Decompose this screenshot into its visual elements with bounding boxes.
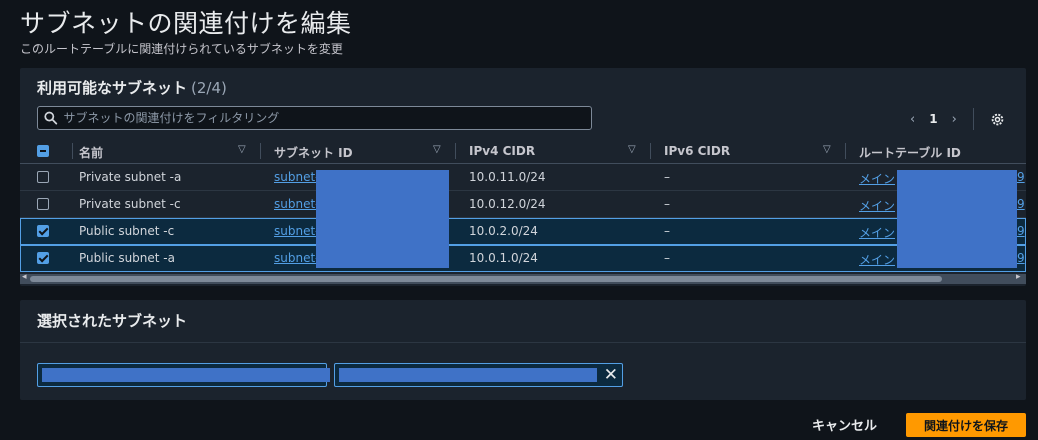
route-table-id-suffix[interactable]: 9 [1017, 170, 1025, 184]
page-subtitle: このルートテーブルに関連付けられているサブネットを変更 [20, 42, 343, 56]
select-all-checkbox[interactable] [37, 145, 49, 157]
divider [20, 342, 1026, 343]
row-checkbox-checked[interactable] [37, 225, 49, 237]
subnet-name: Private subnet -c [79, 197, 181, 211]
column-divider [845, 143, 846, 159]
sort-icon[interactable]: ▽ [433, 144, 441, 155]
scroll-left-icon[interactable]: ◂ [22, 272, 27, 282]
cancel-button[interactable]: キャンセル [812, 415, 877, 434]
row-checkbox-checked[interactable] [37, 252, 49, 264]
subnet-name: Public subnet -a [79, 251, 175, 265]
route-table-link[interactable]: メイン [859, 170, 895, 187]
route-table-id-suffix[interactable]: 9 [1017, 224, 1025, 238]
available-subnets-title: 利用可能なサブネット [37, 79, 188, 97]
row-checkbox[interactable] [37, 198, 49, 210]
ipv6-cidr: – [664, 251, 670, 265]
sort-icon[interactable]: ▽ [823, 144, 831, 155]
pagination: ‹ 1 › [910, 108, 1005, 130]
horizontal-scrollbar[interactable]: ◂ ▸ [20, 272, 1026, 284]
table-header: 名前 ▽ サブネット ID ▽ IPv4 CIDR ▽ IPv6 CIDR ▽ … [20, 138, 1026, 164]
ipv4-cidr: 10.0.11.0/24 [469, 170, 546, 184]
route-table-id-suffix[interactable]: 9 [1017, 197, 1025, 211]
next-page-icon[interactable]: › [952, 112, 957, 127]
prev-page-icon[interactable]: ‹ [910, 112, 915, 127]
table-row[interactable]: Private subnet -a subnet- 10.0.11.0/24 –… [20, 164, 1026, 191]
scroll-right-icon[interactable]: ▸ [1016, 272, 1021, 282]
table-row[interactable]: Private subnet -c subnet- 10.0.12.0/24 –… [20, 191, 1026, 218]
ipv6-cidr: – [664, 170, 670, 184]
selected-subnet-token [37, 363, 330, 387]
sort-icon[interactable]: ▽ [628, 144, 636, 155]
column-header-ipv6[interactable]: IPv6 CIDR [664, 144, 730, 158]
subnet-name: Public subnet -c [79, 224, 175, 238]
settings-gear-icon[interactable] [990, 112, 1005, 127]
column-divider [455, 143, 456, 159]
available-subnets-panel: 利用可能なサブネット(2/4) ‹ 1 › 名前 ▽ サブネット ID ▽ IP… [20, 68, 1026, 286]
ipv6-cidr: – [664, 197, 670, 211]
token-redaction [339, 368, 597, 382]
subnet-id-link[interactable]: subnet- [274, 224, 320, 238]
selected-subnet-token: ✕ [334, 363, 623, 387]
route-table-link[interactable]: メイン [859, 251, 895, 268]
ipv4-cidr: 10.0.1.0/24 [469, 251, 538, 265]
column-divider [72, 143, 73, 159]
column-header-name[interactable]: 名前 [79, 144, 103, 161]
page-number[interactable]: 1 [929, 112, 937, 126]
table-row-selected[interactable]: Public subnet -c subnet- 10.0.2.0/24 – メ… [20, 218, 1026, 245]
column-header-subnet-id[interactable]: サブネット ID [274, 144, 353, 161]
subnet-id-redaction [316, 170, 449, 268]
search-icon [44, 111, 58, 125]
column-header-ipv4[interactable]: IPv4 CIDR [469, 144, 535, 158]
ipv4-cidr: 10.0.2.0/24 [469, 224, 538, 238]
column-divider [260, 143, 261, 159]
token-redaction [42, 368, 330, 382]
subnet-name: Private subnet -a [79, 170, 182, 184]
route-table-id-redaction [897, 170, 1017, 268]
route-table-link[interactable]: メイン [859, 224, 895, 241]
save-associations-button[interactable]: 関連付けを保存 [906, 413, 1026, 437]
column-header-route-table[interactable]: ルートテーブル ID [859, 144, 961, 161]
selection-count: (2/4) [191, 79, 227, 97]
filter-input[interactable] [63, 111, 591, 125]
subnet-id-link[interactable]: subnet- [274, 251, 320, 265]
ipv4-cidr: 10.0.12.0/24 [469, 197, 546, 211]
route-table-id-suffix[interactable]: 9 [1017, 251, 1025, 265]
pager-divider [972, 108, 974, 130]
selected-subnets-heading: 選択されたサブネット [37, 312, 188, 330]
close-icon[interactable]: ✕ [604, 365, 618, 385]
page-title: サブネットの関連付けを編集 [20, 9, 352, 38]
sort-icon[interactable]: ▽ [238, 144, 246, 155]
column-divider [650, 143, 651, 159]
filter-field[interactable] [37, 106, 592, 130]
available-subnets-heading: 利用可能なサブネット (2/4) [37, 77, 227, 98]
scrollbar-thumb[interactable] [30, 276, 942, 282]
selected-subnets-panel: 選択されたサブネット ✕ [20, 300, 1026, 400]
subnet-id-link[interactable]: subnet- [274, 170, 320, 184]
ipv6-cidr: – [664, 224, 670, 238]
subnet-id-link[interactable]: subnet- [274, 197, 320, 211]
table-row-selected[interactable]: Public subnet -a subnet- 10.0.1.0/24 – メ… [20, 245, 1026, 272]
route-table-link[interactable]: メイン [859, 197, 895, 214]
row-checkbox[interactable] [37, 171, 49, 183]
subnets-table: 名前 ▽ サブネット ID ▽ IPv4 CIDR ▽ IPv6 CIDR ▽ … [20, 138, 1026, 274]
